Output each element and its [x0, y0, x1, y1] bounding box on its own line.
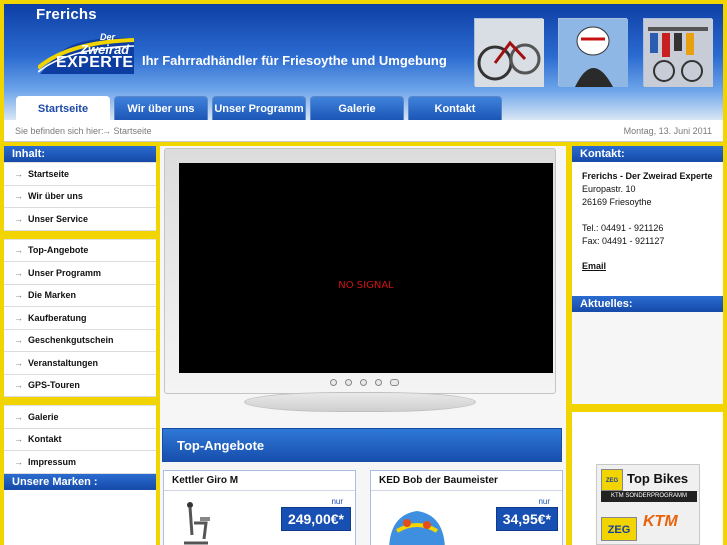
- divider: [4, 397, 156, 405]
- product-price: 34,95€*: [495, 507, 558, 531]
- arrow-right-icon: →: [14, 380, 23, 391]
- zeg-logo-large: ZEG: [601, 517, 637, 541]
- product-name[interactable]: KED Bob der Baumeister: [371, 471, 562, 491]
- no-signal-text: NO SIGNAL: [338, 280, 394, 291]
- company-name: Frerichs - Der Zweirad Experte: [582, 171, 713, 181]
- monitor-button-icon: [375, 379, 382, 386]
- price-prefix: nur: [538, 497, 550, 506]
- email-link[interactable]: Email: [582, 261, 606, 271]
- video-monitor: NO SIGNAL: [164, 148, 556, 414]
- sidebar-item-startseite[interactable]: → Startseite: [4, 163, 156, 186]
- header-photo-shop: [643, 18, 713, 87]
- divider: [4, 230, 156, 239]
- tab-kontakt[interactable]: Kontakt: [408, 96, 502, 120]
- breadcrumb-label: Sie befinden sich hier:: [15, 126, 104, 136]
- fax: Fax: 04491 - 921127: [582, 236, 665, 246]
- street: Europastr. 10: [582, 184, 636, 194]
- product-name[interactable]: Kettler Giro M: [164, 471, 355, 491]
- contact-title: Kontakt:: [572, 146, 723, 162]
- sidebar-item-gps-touren[interactable]: → GPS-Touren: [4, 375, 156, 397]
- header-photo-rider: [558, 18, 628, 87]
- offers-heading: Top-Angebote: [162, 428, 562, 462]
- news-title: Aktuelles:: [572, 296, 723, 312]
- breadcrumb-item[interactable]: → Startseite: [102, 126, 152, 136]
- product-card[interactable]: Kettler Giro M nur 249,00€*: [163, 470, 356, 545]
- current-date: Montag, 13. Juni 2011: [623, 126, 712, 136]
- helmet-icon: [389, 511, 445, 545]
- sidebar-item-kaufberatung[interactable]: → Kaufberatung: [4, 307, 156, 330]
- arrow-right-icon: →: [14, 245, 23, 256]
- price-prefix: nur: [331, 497, 343, 506]
- logo-brand: Frerichs: [36, 6, 97, 23]
- banner-title: Top Bikes: [627, 471, 689, 486]
- site-logo[interactable]: Frerichs Der Zweirad EXPERTE: [32, 6, 142, 86]
- zeg-logo: ZEG: [601, 469, 623, 491]
- sidebar-item-unser-service[interactable]: → Unser Service: [4, 208, 156, 231]
- monitor-stand: [244, 392, 476, 412]
- nav-group-3: → Galerie → Kontakt → Impressum: [4, 405, 156, 474]
- logo-der: Der: [100, 32, 116, 42]
- brands-title: Unsere Marken :: [4, 473, 156, 490]
- left-sidebar: Inhalt: → Startseite → Wir über uns → Unser…: [4, 146, 156, 545]
- sidebar-item-kontakt[interactable]: → Kontakt: [4, 429, 156, 451]
- monitor-frame: NO SIGNAL: [164, 148, 556, 394]
- banner-subtitle: KTM SONDERPROGRAMM: [601, 491, 697, 502]
- city: 26169 Friesoythe: [582, 197, 652, 207]
- sidebar-title: Inhalt:: [4, 146, 156, 162]
- tab-startseite[interactable]: Startseite: [16, 96, 110, 120]
- arrow-right-icon: →: [14, 290, 23, 301]
- monitor-button-icon: [330, 379, 337, 386]
- arrow-right-icon: →: [14, 312, 23, 323]
- product-price: 249,00€*: [280, 507, 351, 531]
- arrow-right-icon: →: [14, 411, 23, 422]
- sidebar-item-wir-ueber-uns[interactable]: → Wir über uns: [4, 186, 156, 208]
- header-photo-bicycles: [474, 18, 544, 87]
- arrow-right-icon: →: [14, 335, 23, 346]
- sidebar-item-impressum[interactable]: → Impressum: [4, 451, 156, 474]
- phone: Tel.: 04491 - 921126: [582, 223, 664, 233]
- news-box: [572, 312, 723, 404]
- power-button-icon: [390, 379, 399, 386]
- breadcrumb: Sie befinden sich hier: → Startseite Mon…: [4, 120, 723, 142]
- sidebar-item-veranstaltungen[interactable]: → Veranstaltungen: [4, 352, 156, 375]
- monitor-button-icon: [345, 379, 352, 386]
- arrow-right-icon: →: [102, 126, 114, 136]
- arrow-right-icon: →: [14, 357, 23, 368]
- right-sidebar: Kontakt: Frerichs - Der Zweirad Experte …: [572, 146, 723, 545]
- ktm-logo: KTM: [643, 513, 678, 530]
- sidebar-item-galerie[interactable]: → Galerie: [4, 406, 156, 429]
- arrow-right-icon: →: [14, 213, 23, 224]
- breadcrumb-current[interactable]: Startseite: [114, 126, 152, 136]
- sidebar-item-geschenkgutschein[interactable]: → Geschenkgutschein: [4, 330, 156, 352]
- arrow-right-icon: →: [14, 267, 23, 278]
- sidebar-item-top-angebote[interactable]: → Top-Angebote: [4, 240, 156, 262]
- monitor-screen[interactable]: NO SIGNAL: [179, 163, 553, 373]
- product-card[interactable]: KED Bob der Baumeister nur 34,95€*: [370, 470, 563, 545]
- logo-experte: EXPERTE: [56, 54, 134, 71]
- arrow-right-icon: →: [14, 456, 23, 467]
- site-header: Frerichs Der Zweirad EXPERTE Ihr Fahrrad…: [4, 4, 723, 120]
- tab-galerie[interactable]: Galerie: [310, 96, 404, 120]
- tab-wir-ueber-uns[interactable]: Wir über uns: [114, 96, 208, 120]
- nav-group-1: → Startseite → Wir über uns → Unser Service: [4, 162, 156, 231]
- top-bikes-banner[interactable]: ZEG Top Bikes KTM SONDERPROGRAMM ZEG KTM: [596, 464, 700, 545]
- tab-unser-programm[interactable]: Unser Programm: [212, 96, 306, 120]
- sidebar-item-unser-programm[interactable]: → Unser Programm: [4, 262, 156, 285]
- monitor-button-icon: [360, 379, 367, 386]
- main-content: NO SIGNAL Top-Angebote Kettler Giro M nu…: [160, 146, 566, 545]
- sidebar-item-die-marken[interactable]: → Die Marken: [4, 285, 156, 307]
- arrow-right-icon: →: [14, 168, 23, 179]
- tagline: Ihr Fahrradhändler für Friesoythe und Um…: [142, 53, 447, 68]
- arrow-right-icon: →: [14, 191, 23, 202]
- nav-group-2: → Top-Angebote → Unser Programm → Die Marke…: [4, 238, 156, 397]
- contact-box: Frerichs - Der Zweirad Experte Europastr…: [572, 162, 723, 296]
- exercise-bike-icon: [184, 502, 210, 545]
- arrow-right-icon: →: [14, 434, 23, 445]
